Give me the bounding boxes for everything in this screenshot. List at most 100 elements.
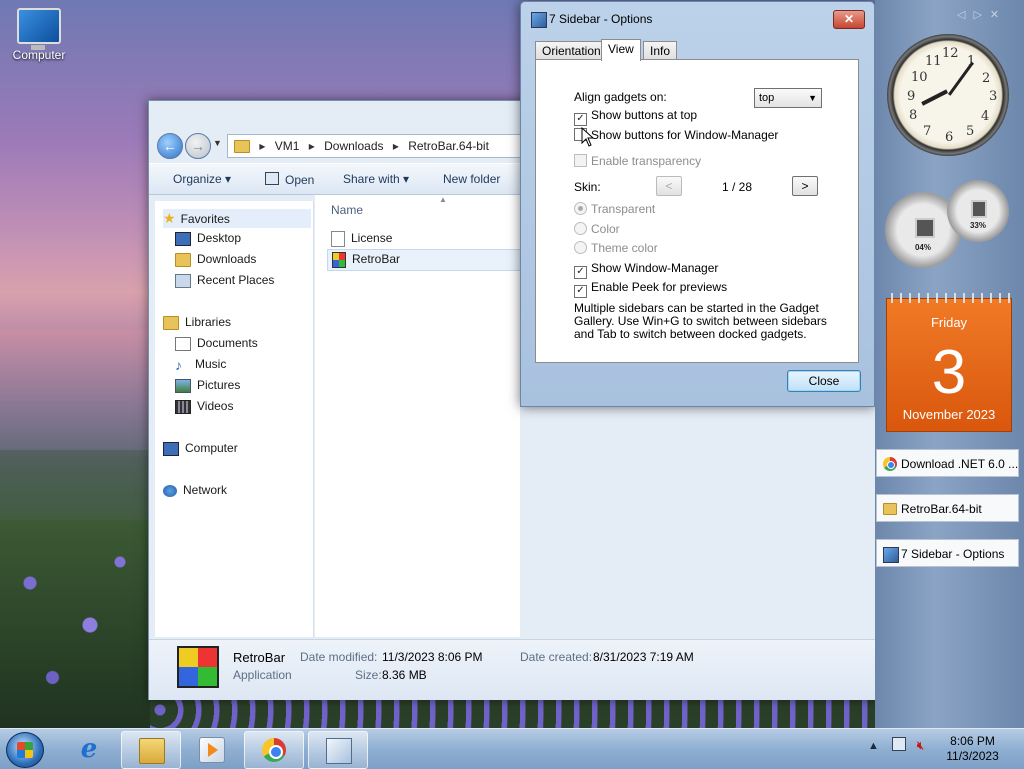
nav-downloads[interactable]: Downloads [175,252,256,267]
clock-number: 12 [942,46,959,61]
star-icon: ★ [163,210,176,226]
close-button[interactable]: Close [787,370,861,392]
file-item-retrobar[interactable]: RetroBar [327,249,522,271]
show-buttons-top-checkbox[interactable]: ✓ [574,113,587,126]
calendar-gadget[interactable]: Friday 3 November 2023 [886,293,1012,432]
breadcrumb-retrobar[interactable]: RetroBar.64-bit [408,139,489,153]
new-folder-button[interactable]: New folder [443,172,500,186]
desktop-icon [175,231,191,246]
nav-music[interactable]: ♪ Music [175,357,226,372]
align-gadgets-value: top [759,92,775,104]
tab-orientation[interactable]: Orientation [535,41,608,60]
enable-transparency-option[interactable]: Enable transparency [574,154,701,168]
enable-peek-checkbox[interactable]: ✓ [574,285,587,298]
network-tray-icon[interactable] [891,737,906,751]
organize-button[interactable]: Organize ▾ [173,172,231,186]
show-window-manager-option[interactable]: ✓ Show Window-Manager [574,261,718,279]
internet-explorer-icon: e [80,734,98,764]
documents-icon [175,336,191,351]
show-window-manager-checkbox[interactable]: ✓ [574,266,587,279]
memory-percent: 33% [969,221,986,230]
enable-transparency-checkbox[interactable] [574,154,587,167]
nav-computer[interactable]: Computer [163,441,238,456]
nav-favorites[interactable]: ★ Favorites [163,209,311,228]
nav-label: Recent Places [197,273,275,287]
taskbar-7-sidebar[interactable] [308,731,368,769]
nav-videos[interactable]: Videos [175,399,233,414]
radio-transparent[interactable]: Transparent [574,202,655,216]
share-with-button[interactable]: Share with ▾ [343,172,409,186]
show-hidden-icons-button[interactable]: ▲ [868,740,879,752]
window-manager-item-explorer[interactable]: RetroBar.64-bit [876,494,1019,522]
align-gadgets-select[interactable]: top ▼ [754,88,822,108]
clock-gadget[interactable]: 12 1 2 3 4 5 6 7 9 8 10 11 [887,34,1009,156]
nav-recent-places[interactable]: Recent Places [175,273,274,288]
system-tray: ▲ 🔇︎ [868,737,924,753]
clock-number: 5 [966,124,975,139]
breadcrumb-chevron-icon[interactable]: ▸ [309,139,315,153]
skin-next-button[interactable]: > [792,176,818,196]
nav-label: Libraries [185,315,232,329]
breadcrumb-chevron-icon[interactable]: ▸ [393,139,399,153]
window-manager-item-options[interactable]: 7 Sidebar - Options [876,539,1019,567]
desktop-icon-computer[interactable]: Computer [8,8,70,62]
memory-meter-gadget[interactable]: 33% [947,180,1009,242]
wallpaper-flowers [0,520,150,730]
chrome-icon [883,457,897,471]
skin-prev-button[interactable]: < [656,176,682,196]
tab-view[interactable]: View [601,39,641,61]
taskbar-media-player[interactable] [182,731,240,767]
libraries-icon [163,315,179,330]
taskbar-explorer[interactable] [121,731,181,769]
title-close-button[interactable]: ✕ [833,10,865,29]
folder-icon [234,140,250,154]
nav-label: Documents [197,336,258,350]
sidebar-app-icon [531,12,547,28]
open-button[interactable]: Open [265,172,314,187]
open-label: Open [285,173,315,187]
sidebar-nav-arrows[interactable]: ◁▷✕ [957,8,1007,21]
folder-icon [883,503,897,515]
radio-label: Color [591,222,620,236]
breadcrumb-downloads[interactable]: Downloads [324,139,383,153]
nav-pictures[interactable]: Pictures [175,378,240,393]
nav-label: Favorites [180,212,230,226]
window-label: 7 Sidebar - Options [901,547,1005,561]
nav-desktop[interactable]: Desktop [175,231,241,246]
show-buttons-top-option[interactable]: ✓ Show buttons at top [574,108,697,126]
clock-number: 6 [945,130,954,145]
forward-button[interactable]: → [185,133,211,159]
volume-muted-icon[interactable]: 🔇︎ [917,740,924,752]
nav-network[interactable]: Network [163,483,227,497]
start-button[interactable] [6,732,44,768]
details-pane: RetroBar Application Date modified: 11/3… [149,639,876,700]
recent-places-icon [175,273,191,288]
breadcrumb-vm1[interactable]: VM1 [275,139,300,153]
radio-color[interactable]: Color [574,222,620,236]
file-item-license[interactable]: License [327,229,520,249]
taskbar-internet-explorer[interactable]: e [60,731,118,767]
nav-documents[interactable]: Documents [175,336,258,351]
column-header-name[interactable]: Name [331,203,363,217]
cpu-percent: 04% [914,243,931,252]
nav-libraries[interactable]: Libraries [163,315,231,330]
taskbar-chrome[interactable] [244,731,304,769]
details-type: Application [233,668,292,682]
details-name: RetroBar [233,650,286,665]
options-dialog[interactable]: 7 Sidebar - Options ✕ Orientation View I… [520,1,875,407]
radio-theme-color[interactable]: Theme color [574,241,658,255]
enable-peek-option[interactable]: ✓ Enable Peek for previews [574,280,727,298]
window-manager-item-chrome[interactable]: Download .NET 6.0 ... [876,449,1019,477]
tab-info[interactable]: Info [643,41,678,60]
recent-pages-dropdown-icon[interactable]: ▼ [213,138,222,148]
back-button[interactable]: ← [157,133,183,159]
show-buttons-wm-option[interactable]: Show buttons for Window-Manager [574,128,778,142]
view-tab-panel: Align gadgets on: top ▼ ✓ Show buttons at … [535,59,859,363]
share-with-label: Share with [343,172,400,186]
calendar-month: November 2023 [902,407,996,422]
computer-icon [163,441,179,456]
breadcrumb-chevron-icon[interactable]: ▸ [259,139,265,153]
sort-arrow-icon: ▲ [439,195,447,204]
taskbar-clock[interactable]: 8:06 PM 11/3/2023 [930,734,1015,764]
close-icon: ✕ [843,12,855,26]
